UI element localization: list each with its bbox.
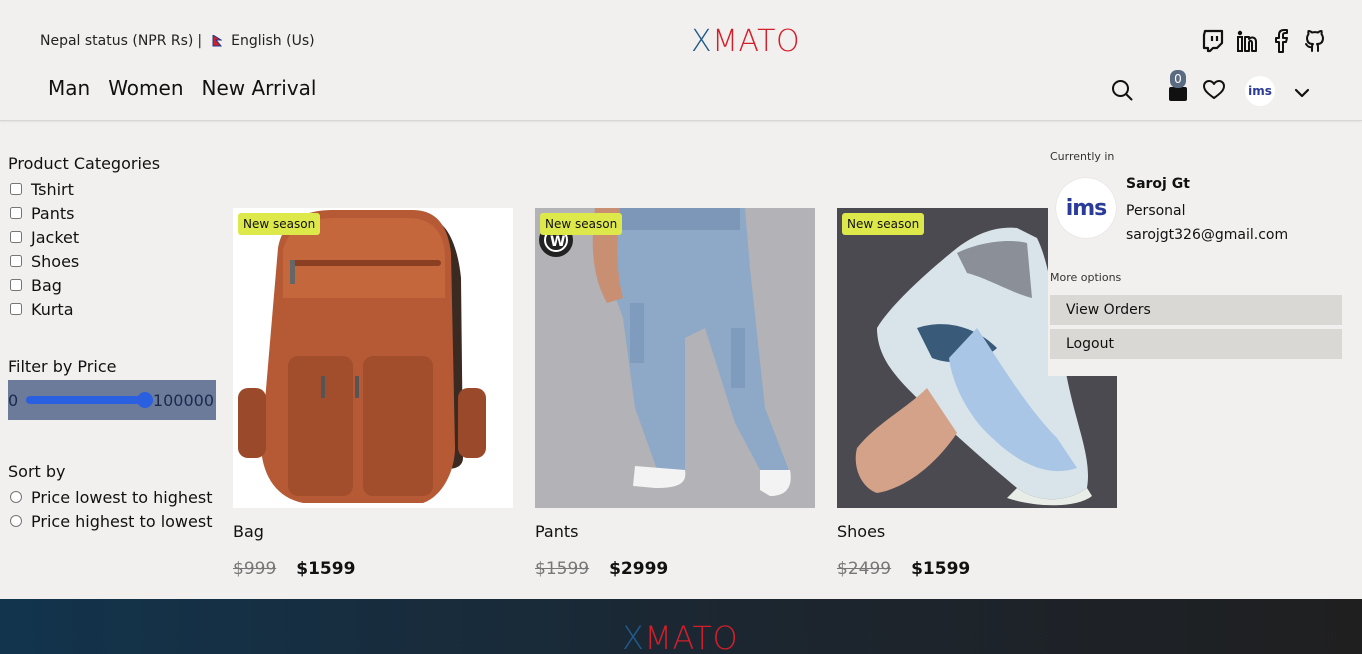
currently-in-label: Currently in xyxy=(1050,150,1115,163)
sort-high-to-low[interactable]: Price highest to lowest xyxy=(8,509,218,533)
category-kurta[interactable]: Kurta xyxy=(8,297,218,321)
currency-status[interactable]: Nepal status (NPR Rs) xyxy=(40,33,193,49)
account-dropdown: Currently in ims Saroj Gt Personal saroj… xyxy=(1048,146,1348,376)
category-checkbox[interactable] xyxy=(10,255,22,267)
product-prices: $999 $1599 xyxy=(233,559,513,579)
site-header: Nepal status (NPR Rs) | English (Us) XMA… xyxy=(0,0,1362,121)
nav-item-new-arrival[interactable]: New Arrival xyxy=(202,76,317,100)
category-checkbox[interactable] xyxy=(10,183,22,195)
search-icon[interactable] xyxy=(1111,79,1133,105)
categories-title: Product Categories xyxy=(8,154,161,173)
slider-thumb[interactable] xyxy=(136,392,153,408)
footer-logo[interactable]: XMATO xyxy=(622,619,738,654)
logout-button[interactable]: Logout xyxy=(1050,329,1342,359)
chevron-down-icon[interactable] xyxy=(1294,84,1310,103)
category-checkbox[interactable] xyxy=(10,207,22,219)
price-max-label: 100000 xyxy=(152,390,214,410)
heart-icon[interactable] xyxy=(1203,80,1225,104)
slider-track[interactable] xyxy=(25,392,153,408)
original-price: $1599 xyxy=(535,559,590,579)
product-card[interactable]: New season Bag $999 $1599 xyxy=(233,208,513,579)
product-image-pants[interactable]: W New season xyxy=(535,208,815,508)
category-pants[interactable]: Pants xyxy=(8,201,218,225)
account-avatar: ims xyxy=(1056,178,1116,238)
account-name: Saroj Gt xyxy=(1126,176,1190,192)
github-icon[interactable] xyxy=(1304,29,1326,53)
category-tshirt[interactable]: Tshirt xyxy=(8,177,218,201)
locale-bar: Nepal status (NPR Rs) | English (Us) xyxy=(40,33,315,49)
product-prices: $1599 $2999 xyxy=(535,559,815,579)
product-image-bag[interactable]: New season xyxy=(233,208,513,508)
product-name[interactable]: Shoes xyxy=(837,522,1117,541)
sale-price: $2999 xyxy=(609,559,669,579)
price-filter-title: Filter by Price xyxy=(8,357,117,376)
sort-title: Sort by xyxy=(8,462,66,481)
account-email: sarojgt326@gmail.com xyxy=(1126,227,1289,243)
main-nav: Man Women New Arrival xyxy=(48,76,316,100)
nav-item-man[interactable]: Man xyxy=(48,76,90,100)
sale-price: $1599 xyxy=(296,559,356,579)
category-bag[interactable]: Bag xyxy=(8,273,218,297)
price-range-slider[interactable]: 0 100000 xyxy=(8,380,216,420)
product-card[interactable]: W New season Pants $1599 $2999 xyxy=(535,208,815,579)
product-prices: $2499 $1599 xyxy=(837,559,1117,579)
linkedin-icon[interactable] xyxy=(1236,29,1258,53)
category-checkbox[interactable] xyxy=(10,303,22,315)
filter-sidebar: Product Categories Tshirt Pants Jacket S… xyxy=(8,154,218,533)
user-avatar[interactable]: ims xyxy=(1245,76,1275,106)
site-footer: XMATO xyxy=(0,599,1362,654)
account-type: Personal xyxy=(1126,203,1186,219)
category-checkbox[interactable] xyxy=(10,279,22,291)
nepal-flag-icon xyxy=(212,34,223,47)
nav-item-women[interactable]: Women xyxy=(108,76,183,100)
category-shoes[interactable]: Shoes xyxy=(8,249,218,273)
twitch-icon[interactable] xyxy=(1202,29,1224,53)
new-season-badge: New season xyxy=(238,213,321,235)
original-price: $2499 xyxy=(837,559,892,579)
new-season-badge: New season xyxy=(842,213,925,235)
facebook-icon[interactable] xyxy=(1270,29,1292,53)
product-name[interactable]: Bag xyxy=(233,522,513,541)
new-season-badge: New season xyxy=(540,213,623,235)
sort-low-to-high[interactable]: Price lowest to highest xyxy=(8,485,218,509)
category-checkbox[interactable] xyxy=(10,231,22,243)
cart-count-badge: 0 xyxy=(1170,70,1186,88)
sort-radio[interactable] xyxy=(10,515,22,527)
more-options-label: More options xyxy=(1050,271,1122,284)
social-links xyxy=(1202,29,1326,53)
locale-separator: | xyxy=(197,33,203,49)
category-jacket[interactable]: Jacket xyxy=(8,225,218,249)
language-selector[interactable]: English (Us) xyxy=(231,33,314,49)
product-name[interactable]: Pants xyxy=(535,522,815,541)
avatar-logo-text: ims xyxy=(1065,195,1108,221)
sort-radio[interactable] xyxy=(10,491,22,503)
site-logo[interactable]: XMATO xyxy=(691,24,800,59)
price-min-label: 0 xyxy=(8,390,19,410)
original-price: $999 xyxy=(233,559,277,579)
svg-text:W: W xyxy=(550,234,565,250)
view-orders-button[interactable]: View Orders xyxy=(1050,295,1342,325)
sale-price: $1599 xyxy=(911,559,971,579)
